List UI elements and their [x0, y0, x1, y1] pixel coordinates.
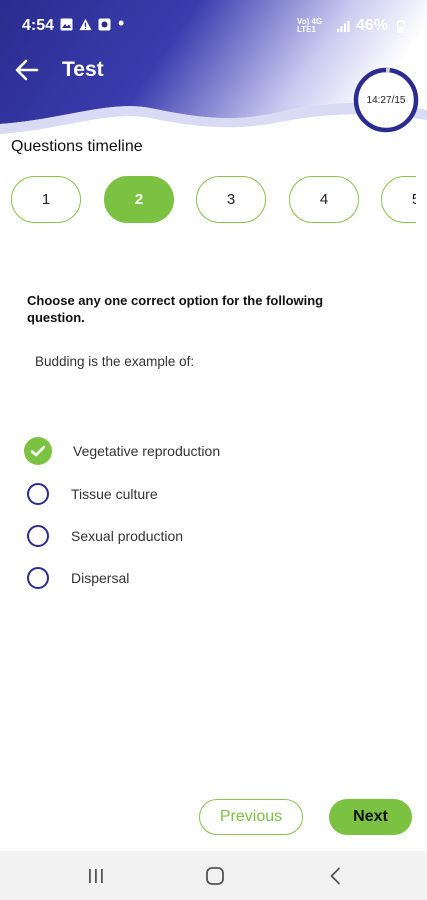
option-label: Tissue culture [71, 486, 158, 502]
page-title: Test [62, 58, 104, 81]
system-navigation-bar [0, 851, 427, 900]
image-notification-icon [60, 18, 73, 31]
timer-text: 14:27/15 [366, 94, 406, 106]
option-2[interactable]: Tissue culture [24, 480, 404, 508]
home-icon [206, 867, 224, 885]
question-pill-5[interactable]: 5 [381, 176, 416, 223]
question-pill-1[interactable]: 1 [11, 176, 81, 223]
option-1[interactable]: Vegetative reproduction [24, 437, 404, 465]
next-button[interactable]: Next [329, 799, 412, 835]
option-4[interactable]: Dispersal [24, 564, 404, 592]
notification-dot: • [118, 13, 125, 33]
radio-unchecked[interactable] [27, 525, 49, 547]
chevron-left-icon [330, 867, 340, 885]
radio-unchecked[interactable] [27, 567, 49, 589]
question-text: Budding is the example of: [35, 354, 195, 369]
recents-icon [89, 869, 103, 883]
radio-checked[interactable] [24, 437, 52, 465]
recents-button[interactable] [76, 863, 116, 889]
radio-unchecked[interactable] [27, 483, 49, 505]
check-icon [30, 445, 46, 457]
previous-button[interactable]: Previous [199, 799, 303, 835]
question-pill-2[interactable]: 2 [104, 176, 174, 223]
questions-timeline: 1 2 3 4 5 [11, 176, 416, 226]
arrow-left-icon [15, 59, 39, 81]
question-instruction: Choose any one correct option for the fo… [27, 293, 324, 325]
question-pill-4[interactable]: 4 [289, 176, 359, 223]
system-back-button[interactable] [315, 863, 355, 889]
status-bar: 4:54 • Vo) 4G LTE1 46% [0, 0, 427, 42]
back-button[interactable] [12, 55, 42, 85]
signal-icon [336, 20, 350, 33]
battery-icon [394, 19, 407, 33]
home-button[interactable] [195, 863, 235, 889]
timeline-label: Questions timeline [11, 138, 143, 155]
alert-notification-icon [79, 18, 92, 31]
status-time: 4:54 [22, 17, 55, 34]
option-3[interactable]: Sexual production [24, 522, 404, 550]
option-label: Vegetative reproduction [73, 443, 221, 459]
option-label: Dispersal [71, 570, 130, 586]
question-pill-3[interactable]: 3 [196, 176, 266, 223]
option-label: Sexual production [71, 528, 184, 544]
countdown-timer: 14:27/15 [352, 66, 420, 134]
app-header: 4:54 • Vo) 4G LTE1 46% Test 14:27/15 [0, 0, 427, 140]
battery-percent: 46% [355, 17, 388, 34]
network-type-label: Vo) 4G LTE1 [296, 17, 323, 34]
app-notification-icon [98, 18, 111, 31]
